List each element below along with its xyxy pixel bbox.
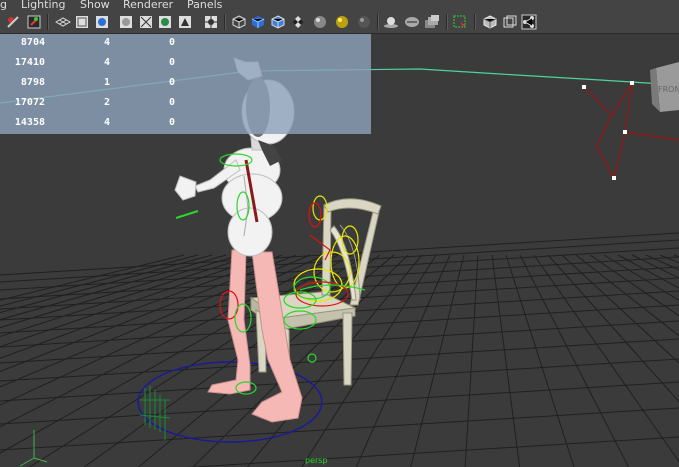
shadows-icon[interactable]	[203, 14, 219, 30]
sphere-yellow-icon[interactable]	[334, 14, 350, 30]
grid-display-icon[interactable]	[55, 14, 71, 30]
camera-label: persp	[305, 456, 328, 465]
menu-item-g[interactable]: g	[0, 0, 7, 10]
light-bulb-icon[interactable]	[383, 14, 399, 30]
menu-item-lighting[interactable]: Lighting	[21, 0, 65, 10]
select-camera-icon[interactable]	[452, 14, 468, 30]
hud-value: 0	[168, 77, 175, 88]
hud-value: 2	[103, 97, 110, 108]
cube-wire-icon[interactable]	[231, 14, 247, 30]
bookmark-icon[interactable]	[26, 14, 42, 30]
hud-value: 4	[103, 37, 110, 48]
hud-value: 0	[168, 57, 175, 68]
axis-gizmo	[19, 430, 48, 467]
default-material-icon[interactable]	[138, 14, 154, 30]
bounding-box-icon[interactable]	[118, 14, 134, 30]
viewcube-label: FRONT	[658, 85, 679, 94]
ground-grid	[0, 232, 679, 467]
perspective-viewport[interactable]: FRONT	[0, 34, 679, 467]
hud-value: 8704	[20, 37, 45, 48]
camera-attributes-icon[interactable]	[5, 14, 21, 30]
menu-item-renderer[interactable]: Renderer	[123, 0, 173, 10]
hud-value: 4	[103, 57, 110, 68]
panel-toolbar	[0, 11, 679, 34]
poly-count-hud: 8704 4 0 17410 4 0 8798 1 0 17072 2 0 14…	[0, 34, 371, 134]
hud-value: 1	[103, 77, 110, 88]
layers-icon[interactable]	[424, 14, 440, 30]
hud-value: 14358	[14, 117, 45, 128]
menu-item-show[interactable]: Show	[80, 0, 110, 10]
clip-icon[interactable]	[404, 14, 420, 30]
viewcube-icon: FRONT	[650, 62, 679, 112]
cube-outline-icon[interactable]	[270, 14, 286, 30]
hud-value: 4	[103, 117, 110, 128]
share-icon[interactable]	[521, 14, 537, 30]
hud-value: 0	[168, 97, 175, 108]
hud-value: 0	[168, 117, 175, 128]
wireframe-icon[interactable]	[74, 14, 90, 30]
checker-icon[interactable]	[290, 14, 306, 30]
isolate-icon[interactable]	[482, 14, 498, 30]
smooth-shade-icon[interactable]	[94, 14, 110, 30]
control-points	[582, 81, 634, 180]
hud-value: 8798	[20, 77, 45, 88]
two-panel-icon[interactable]	[502, 14, 518, 30]
foot-cage	[139, 386, 171, 440]
use-all-lights-icon[interactable]	[177, 14, 193, 30]
hud-value: 17410	[14, 57, 45, 68]
menu-item-panels[interactable]: Panels	[187, 0, 222, 10]
menu-bar: g Lighting Show Renderer Panels	[0, 0, 679, 11]
textured-icon[interactable]	[157, 14, 173, 30]
hud-value: 0	[168, 37, 175, 48]
cube-blue-icon[interactable]	[250, 14, 266, 30]
sphere-icon[interactable]	[312, 14, 328, 30]
sphere-dark-icon[interactable]	[356, 14, 372, 30]
hud-value: 17072	[14, 97, 45, 108]
